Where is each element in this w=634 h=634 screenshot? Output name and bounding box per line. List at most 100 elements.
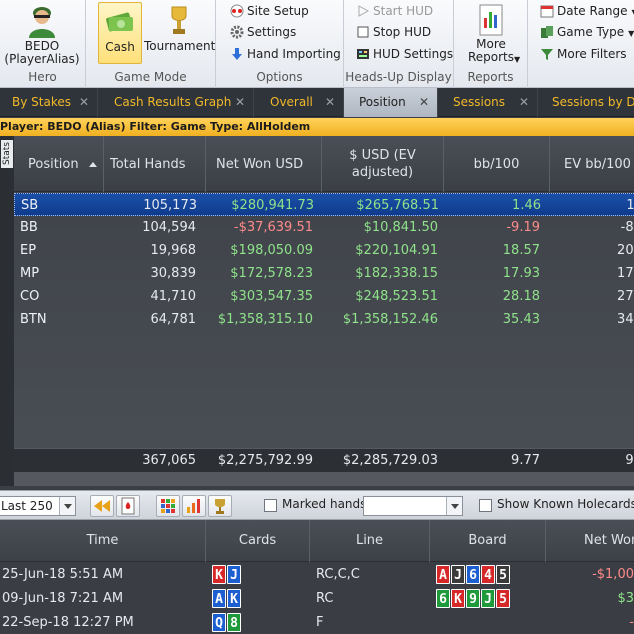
cash-mode-button[interactable]: Cash — [98, 2, 142, 64]
tab-label: Overall — [270, 95, 313, 109]
ev-adjusted-cell: $1,358,152.46 — [342, 312, 438, 327]
hole-cards-cell: Q8 — [212, 611, 242, 634]
tab-by-stakes[interactable]: By Stakes ✕ — [0, 88, 98, 117]
column-header-net-won[interactable]: Net Won — [546, 520, 634, 562]
show-known-holecards-checkbox[interactable] — [479, 499, 492, 512]
ev-adjusted-cell: $182,338.15 — [355, 266, 438, 281]
hand-importing-button[interactable]: Hand Importing — [230, 44, 341, 64]
playing-card: Q — [212, 613, 226, 632]
close-icon[interactable]: ✕ — [325, 88, 335, 117]
replay-hand-button[interactable] — [116, 495, 140, 517]
table-row[interactable]: 09-Jun-18 7:21 AM A K RC 6 K 9 J 5 $3 — [0, 587, 634, 611]
net-won-cell: $1,358,315.10 — [217, 312, 313, 327]
group-label-hero: Hero — [28, 70, 57, 84]
tab-position[interactable]: Position ✕ — [344, 88, 438, 117]
table-row[interactable]: BTN 64,781 $1,358,315.10 $1,358,152.46 35.43… — [14, 308, 634, 331]
bar-chart-button[interactable] — [182, 495, 206, 517]
total-bb-100-cell: 9.77 — [511, 453, 540, 468]
column-header-total-hands[interactable]: Total Hands — [104, 136, 206, 192]
table-row[interactable]: 25-Jun-18 5:51 AM K J RC,C,C A J 6 4 5 -$1,00 — [0, 563, 634, 587]
playing-card: J — [451, 565, 465, 584]
playing-card-icon — [121, 497, 135, 515]
cash-mode-label: Cash — [105, 40, 135, 54]
total-ev-bb-100-cell: 9.8 — [625, 453, 634, 468]
tab-sessions-by-day[interactable]: Sessions by Da — [538, 88, 634, 117]
ribbon-group-options: Site Setup Settings Hand Importing Optio… — [216, 0, 344, 88]
table-row[interactable]: BB 104,594 -$37,639.51 $10,841.50 -9.19 -8.1 — [14, 216, 634, 239]
total-hands-cell: 30,839 — [150, 266, 197, 281]
ev-adjusted-cell: $10,841.50 — [363, 220, 438, 235]
settings-button[interactable]: Settings — [230, 22, 296, 42]
stop-hud-button[interactable]: Stop HUD — [356, 22, 431, 42]
stats-side-tab[interactable]: Stats — [1, 140, 13, 168]
hero-button[interactable]: BEDO (PlayerAlias) — [2, 2, 82, 66]
color-grid-button[interactable] — [156, 495, 180, 517]
hand-net-won-cell: - — [629, 615, 634, 630]
playing-card: 5 — [496, 589, 510, 608]
tab-sessions[interactable]: Sessions ✕ — [438, 88, 538, 117]
playing-card: J — [481, 589, 495, 608]
close-icon[interactable]: ✕ — [419, 88, 429, 117]
column-header-board[interactable]: Board — [430, 520, 546, 562]
table-row[interactable]: CO 41,710 $303,547.35 $248,523.51 28.18 27.3 — [14, 285, 634, 308]
group-label-hud: Heads-Up Display — [345, 70, 452, 84]
start-hud-button[interactable]: Start HUD — [356, 1, 433, 21]
date-range-button[interactable]: Date Range▼ — [540, 1, 634, 21]
more-reports-button[interactable]: More Reports ▼ — [458, 2, 524, 64]
hud-settings-button[interactable]: HUD Settings — [356, 44, 453, 64]
site-setup-icon — [230, 4, 244, 18]
rewind-button[interactable] — [90, 495, 114, 517]
close-icon[interactable]: ✕ — [79, 88, 89, 117]
hud-settings-label: HUD Settings — [373, 47, 454, 61]
total-hands-cell: 367,065 — [142, 453, 196, 468]
ribbon-group-hud: Start HUD Stop HUD HUD Settings Heads-Up… — [344, 0, 454, 88]
playing-card: 6 — [436, 589, 450, 608]
table-row[interactable]: SB 105,173 $280,941.73 $265,768.51 1.46 1.0 — [14, 193, 634, 216]
marked-hands-select[interactable] — [363, 496, 463, 516]
hands-grid-header: Time Cards Line Board Net Won — [0, 520, 634, 562]
chevron-down-icon — [446, 497, 462, 515]
position-cell: BTN — [20, 312, 47, 327]
close-icon[interactable]: ✕ — [235, 88, 245, 117]
column-header-cards[interactable]: Cards — [206, 520, 310, 562]
column-header-line[interactable]: Line — [310, 520, 430, 562]
column-header-net-won[interactable]: Net Won USD — [206, 136, 322, 192]
net-won-cell: $303,547.35 — [230, 289, 313, 304]
close-icon[interactable]: ✕ — [519, 88, 529, 117]
tab-overall[interactable]: Overall ✕ — [254, 88, 344, 117]
position-cell: CO — [20, 289, 40, 304]
tab-label: Sessions by Da — [552, 95, 634, 109]
ev-adjusted-cell: $248,523.51 — [355, 289, 438, 304]
column-header-time[interactable]: Time — [0, 520, 206, 562]
table-row[interactable]: 22-Sep-18 12:27 PM Q 8 F - — [0, 611, 634, 634]
bb-100-cell: 1.46 — [512, 198, 541, 213]
more-filters-label: More Filters — [557, 47, 627, 61]
tournament-mode-button[interactable]: Tournament — [144, 2, 215, 53]
marked-hands-label: Marked hands — [282, 497, 367, 511]
stop-icon — [357, 26, 369, 38]
stop-hud-label: Stop HUD — [373, 25, 432, 39]
table-row[interactable]: MP 30,839 $172,578.23 $182,338.15 17.93 17.9 — [14, 262, 634, 285]
column-header-bb-100[interactable]: bb/100 — [444, 136, 550, 192]
site-setup-button[interactable]: Site Setup — [230, 1, 309, 21]
column-header-ev-bb-100[interactable]: EV bb/100 — [550, 136, 634, 192]
marked-hands-checkbox[interactable] — [264, 499, 277, 512]
position-stats-grid: Position Total Hands Net Won USD $ USD (… — [14, 136, 634, 486]
trophy-button[interactable] — [208, 495, 232, 517]
game-type-button[interactable]: Game Type ▼ — [540, 22, 634, 42]
color-grid-icon — [161, 499, 175, 513]
more-filters-button[interactable]: More Filters — [540, 44, 627, 64]
hole-cards-cell: AK — [212, 587, 242, 611]
total-hands-cell: 104,594 — [142, 220, 196, 235]
column-header-position[interactable]: Position — [14, 136, 104, 192]
playing-card: A — [436, 565, 450, 584]
table-row[interactable]: EP 19,968 $198,050.09 $220,104.91 18.57 20.8 — [14, 239, 634, 262]
board-cell: AJ645 — [436, 563, 511, 587]
chevron-down-icon: ▼ — [514, 55, 521, 64]
column-header-ev-adjusted[interactable]: $ USD (EV adjusted) — [322, 136, 444, 192]
chevron-down-icon — [59, 497, 75, 515]
hand-range-select[interactable]: Last 250 — [0, 496, 76, 516]
horizontal-scrollbar[interactable] — [14, 472, 634, 486]
ev-bb-100-cell: 27.3 — [617, 289, 634, 304]
tab-cash-results-graph[interactable]: Cash Results Graph ✕ — [98, 88, 254, 117]
